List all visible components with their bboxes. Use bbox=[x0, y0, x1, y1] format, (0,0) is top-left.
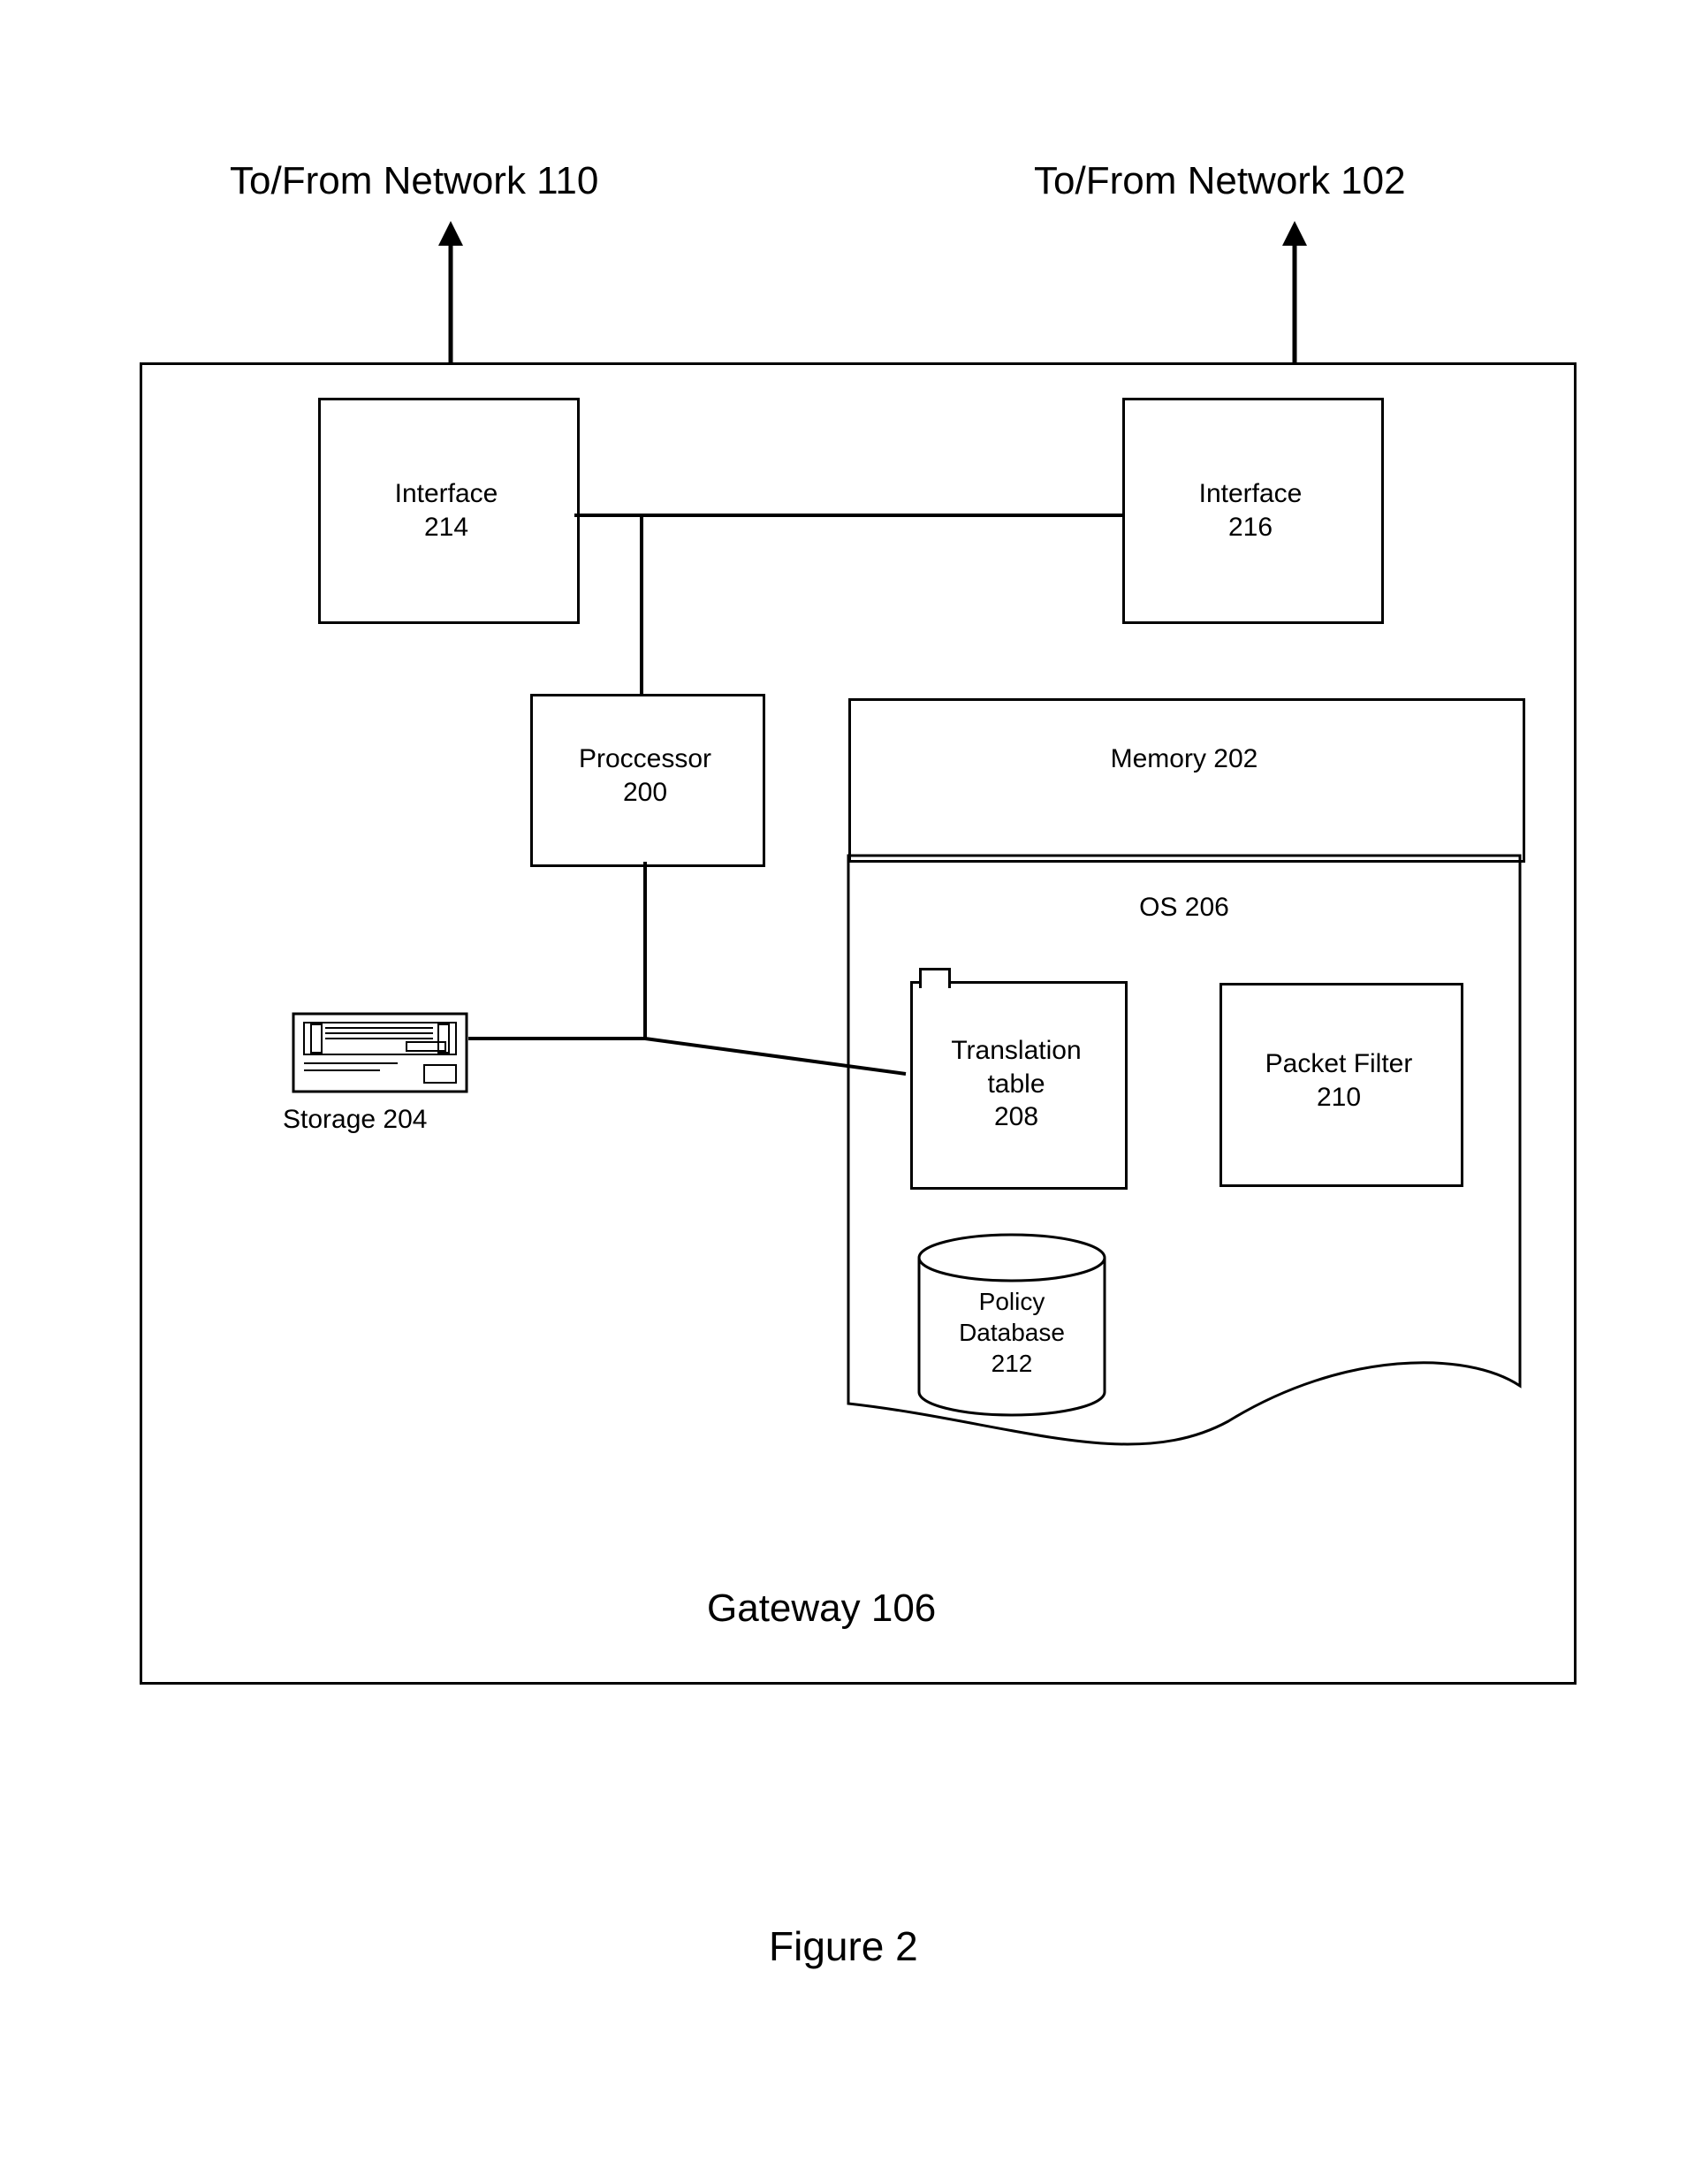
translation-table-id: 208 bbox=[910, 1100, 1122, 1134]
proc-links bbox=[460, 862, 919, 1083]
interface-216-id: 216 bbox=[1122, 511, 1379, 544]
storage-name: Storage 204 bbox=[283, 1105, 427, 1134]
processor-id: 200 bbox=[530, 776, 760, 810]
interface-214-name: Interface bbox=[395, 479, 498, 508]
translation-table-name: Translation bbox=[951, 1036, 1081, 1065]
os-name: OS 206 bbox=[1139, 893, 1229, 922]
translation-table-sub: table bbox=[910, 1068, 1122, 1101]
iface-link bbox=[574, 513, 1122, 518]
interface-216-name: Interface bbox=[1199, 479, 1303, 508]
label-network-110: To/From Network 110 bbox=[230, 159, 598, 203]
storage-label: Storage 204 bbox=[283, 1103, 477, 1137]
storage-icon bbox=[292, 1012, 468, 1100]
translation-table-label: Translation table 208 bbox=[910, 1034, 1122, 1134]
interface-216-label: Interface 216 bbox=[1122, 477, 1379, 544]
label-network-102: To/From Network 102 bbox=[1034, 159, 1406, 203]
policy-db-sub: Database bbox=[915, 1317, 1109, 1348]
gateway-label: Gateway 106 bbox=[707, 1587, 936, 1631]
memory-label: Memory 202 bbox=[848, 742, 1520, 776]
packet-filter-label: Packet Filter 210 bbox=[1220, 1047, 1458, 1114]
processor-label: Proccessor 200 bbox=[530, 742, 760, 809]
policy-db-id: 212 bbox=[915, 1348, 1109, 1379]
packet-filter-id: 210 bbox=[1220, 1081, 1458, 1115]
os-label: OS 206 bbox=[848, 891, 1520, 925]
memory-name: Memory 202 bbox=[1111, 744, 1258, 773]
policy-db-label: Policy Database 212 bbox=[915, 1286, 1109, 1379]
interface-214-id: 214 bbox=[318, 511, 574, 544]
proc-top-link bbox=[637, 514, 655, 696]
memory-box bbox=[848, 698, 1525, 863]
translation-table-tab bbox=[919, 968, 951, 988]
policy-db-name: Policy bbox=[979, 1288, 1045, 1315]
packet-filter-name: Packet Filter bbox=[1265, 1049, 1413, 1078]
processor-name: Proccessor bbox=[579, 744, 711, 773]
interface-214-label: Interface 214 bbox=[318, 477, 574, 544]
figure-label: Figure 2 bbox=[769, 1922, 918, 1970]
